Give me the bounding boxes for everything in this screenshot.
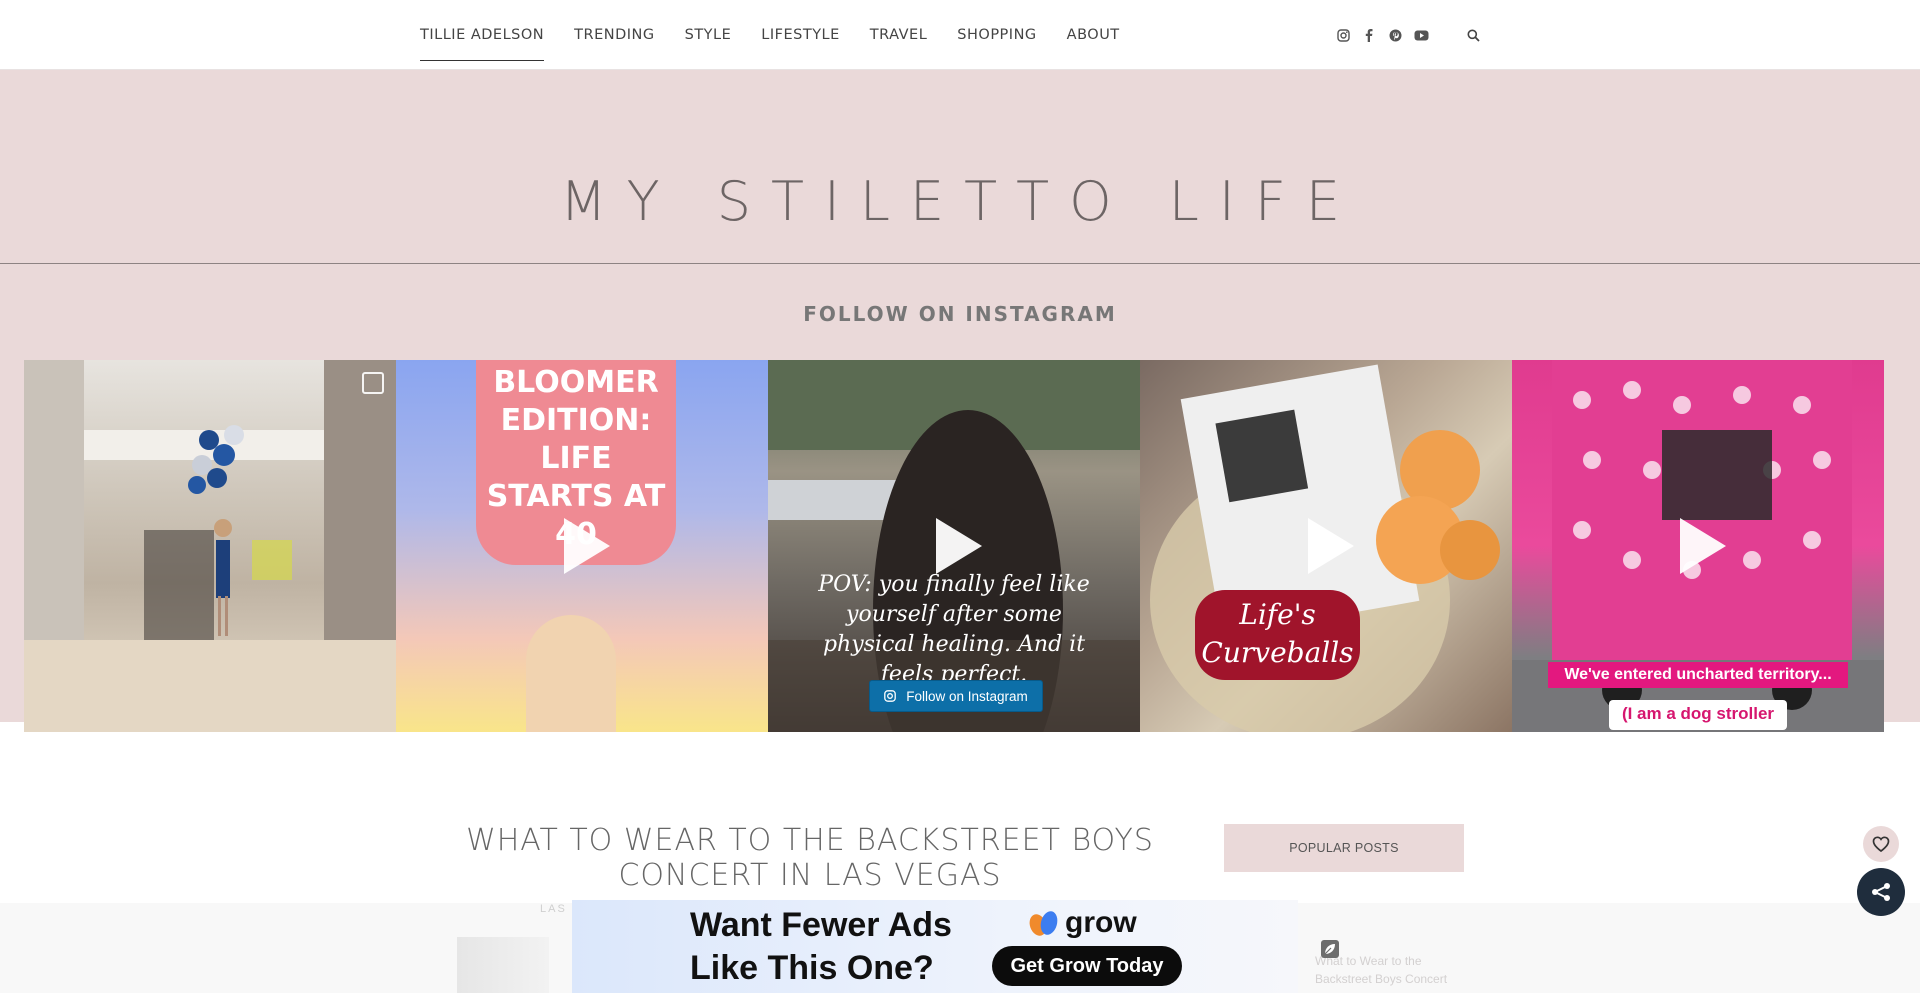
follow-button-label: Follow on Instagram: [906, 688, 1028, 704]
play-icon: [1308, 518, 1354, 574]
ad-headline-line-2: Like This One?: [690, 949, 934, 987]
search-icon[interactable]: [1460, 0, 1486, 70]
post-5-caption-top: We've entered uncharted territory...: [1564, 666, 1832, 683]
ad-headline-line-1: Want Fewer Ads: [690, 906, 952, 944]
get-grow-today-button[interactable]: Get Grow Today: [992, 946, 1182, 986]
person-shape: [526, 615, 616, 732]
instagram-post-1[interactable]: [24, 360, 396, 732]
carousel-icon: [362, 372, 384, 394]
post-5-caption-bottom: (I am a dog stroller: [1621, 704, 1775, 723]
post-thumbnail[interactable]: [457, 937, 549, 993]
favorite-heart-button[interactable]: [1863, 826, 1899, 862]
instagram-icon[interactable]: [1330, 0, 1356, 70]
nav-item-about[interactable]: ABOUT: [1067, 0, 1120, 70]
nav-item-style[interactable]: STYLE: [685, 0, 732, 70]
ad-headline: Want Fewer Ads Like This One?: [690, 904, 952, 990]
instagram-post-1-image: [24, 360, 396, 732]
grow-ad-banner[interactable]: Want Fewer Ads Like This One? grow Get G…: [572, 900, 1298, 993]
pinterest-icon[interactable]: [1382, 0, 1408, 70]
share-icon: [1872, 883, 1890, 901]
facebook-icon[interactable]: [1356, 0, 1382, 70]
post-title[interactable]: WHAT TO WEAR TO THE BACKSTREET BOYS CONC…: [440, 823, 1180, 893]
instagram-post-2[interactable]: BLOOMER EDITION: LIFE STARTS AT 40: [396, 360, 768, 732]
grow-logo: grow: [1027, 906, 1137, 940]
play-icon: [1680, 518, 1726, 574]
social-links: [1330, 0, 1434, 70]
grow-brand-text: grow: [1065, 906, 1137, 939]
post-3-caption: POV: you finally feel like yourself afte…: [818, 572, 1090, 687]
top-nav: TILLIE ADELSON TRENDING STYLE LIFESTYLE …: [0, 0, 1920, 70]
post-category[interactable]: LAS: [540, 903, 567, 915]
share-button[interactable]: [1857, 868, 1905, 916]
play-icon: [564, 518, 610, 574]
instagram-post-3[interactable]: POV: you finally feel like yourself afte…: [768, 360, 1140, 732]
title-divider: [0, 263, 1920, 264]
instagram-post-5[interactable]: We've entered uncharted territory... (I …: [1512, 360, 1884, 732]
header-band: MY STILETTO LIFE FOLLOW ON INSTAGRAM BLO…: [0, 70, 1920, 732]
nav-item-lifestyle[interactable]: LIFESTYLE: [761, 0, 840, 70]
nav-item-shopping[interactable]: SHOPPING: [957, 0, 1036, 70]
nav-menu: TILLIE ADELSON TRENDING STYLE LIFESTYLE …: [420, 0, 1150, 70]
youtube-icon[interactable]: [1408, 0, 1434, 70]
grow-leaf-icon[interactable]: [1321, 940, 1339, 958]
instagram-feed: BLOOMER EDITION: LIFE STARTS AT 40 POV: …: [24, 360, 1884, 732]
site-title[interactable]: MY STILETTO LIFE: [0, 170, 1920, 233]
follow-on-instagram-button[interactable]: Follow on Instagram: [869, 680, 1043, 712]
nav-item-trending[interactable]: TRENDING: [574, 0, 654, 70]
nav-item-tillie-adelson[interactable]: TILLIE ADELSON: [420, 0, 545, 70]
play-icon: [936, 518, 982, 574]
instagram-heading: FOLLOW ON INSTAGRAM: [803, 302, 1117, 326]
instagram-icon: [884, 690, 897, 702]
post-4-caption: Life's Curveballs: [1201, 598, 1354, 669]
instagram-post-4[interactable]: Life's Curveballs: [1140, 360, 1512, 732]
grow-logo-icon: [1029, 911, 1058, 936]
popular-posts-heading: POPULAR POSTS: [1224, 824, 1464, 872]
nav-item-travel[interactable]: TRAVEL: [870, 0, 928, 70]
heart-icon: [1872, 836, 1890, 852]
